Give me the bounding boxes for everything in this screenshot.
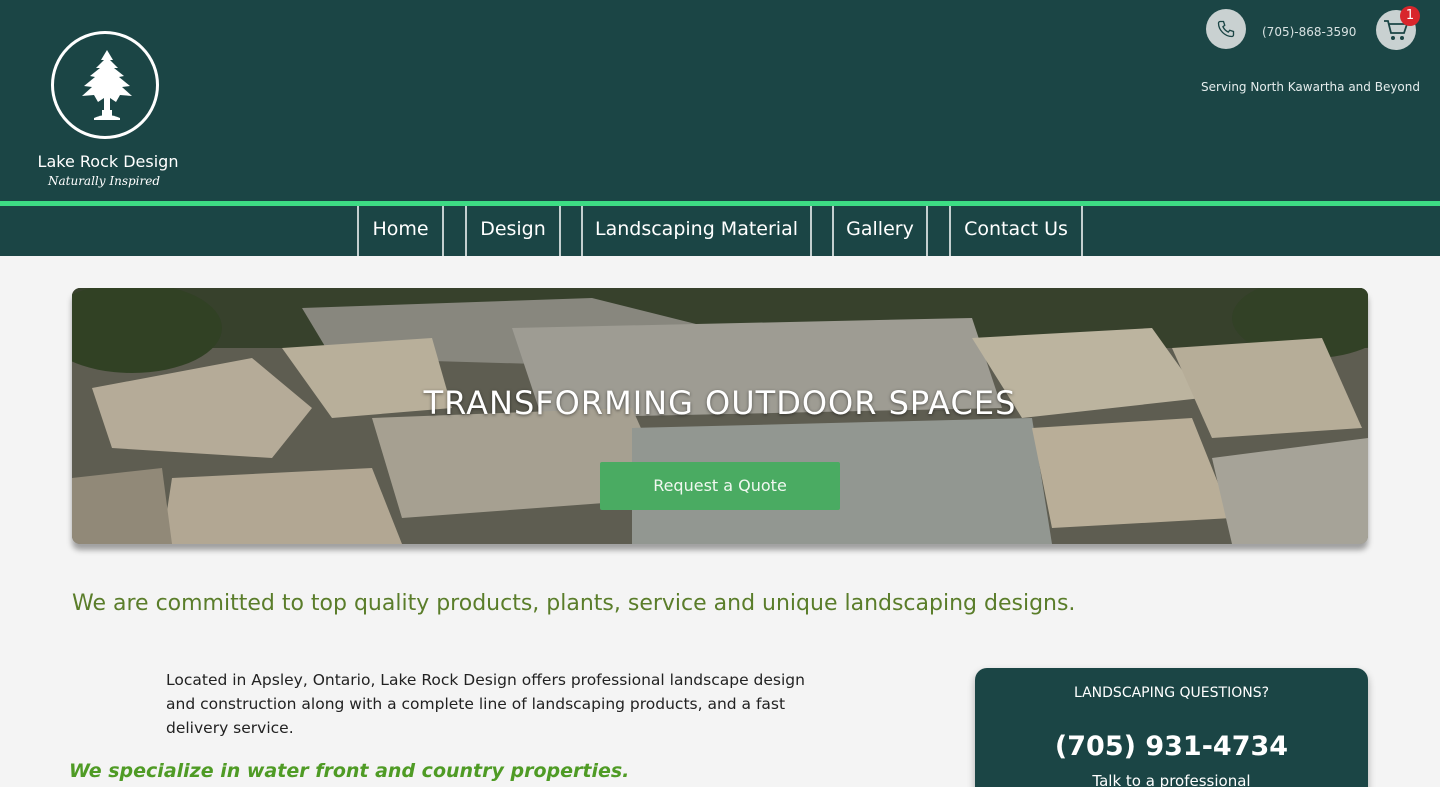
nav-home[interactable]: Home [357,206,444,256]
questions-title: LANDSCAPING QUESTIONS? [1073,685,1270,701]
tree-icon [82,50,132,120]
site-header: Lake Rock Design Naturally Inspired (705… [0,0,1440,201]
main-nav: Home Design Landscaping Material Gallery… [0,206,1440,256]
brand-name: Lake Rock Design [37,152,179,171]
hero-banner: TRANSFORMING OUTDOOR SPACES Request a Qu… [72,288,1368,544]
commitment-heading: We are committed to top quality products… [72,591,1076,616]
nav-gallery[interactable]: Gallery [832,206,928,256]
nav-contact-us[interactable]: Contact Us [949,206,1083,256]
header-phone[interactable]: (705)-868-3590 [1262,25,1356,39]
questions-phone[interactable]: (705) 931-4734 [975,731,1368,762]
cart-count-badge: 1 [1400,6,1420,26]
hero-title: TRANSFORMING OUTDOOR SPACES [423,384,1017,422]
questions-subtitle: Talk to a professional [1092,772,1251,787]
brand-tagline: Naturally Inspired [47,174,161,188]
serving-area-text: Serving North Kawartha and Beyond [1200,80,1420,94]
phone-button[interactable] [1206,9,1246,49]
nav-landscaping-material[interactable]: Landscaping Material [581,206,812,256]
nav-design[interactable]: Design [465,206,561,256]
request-quote-button[interactable]: Request a Quote [600,462,840,510]
logo[interactable] [51,31,159,139]
questions-box: LANDSCAPING QUESTIONS? (705) 931-4734 Ta… [975,668,1368,787]
intro-paragraph: Located in Apsley, Ontario, Lake Rock De… [166,671,805,737]
phone-icon [1217,20,1235,38]
specialize-text: We specialize in water front and country… [69,760,630,782]
